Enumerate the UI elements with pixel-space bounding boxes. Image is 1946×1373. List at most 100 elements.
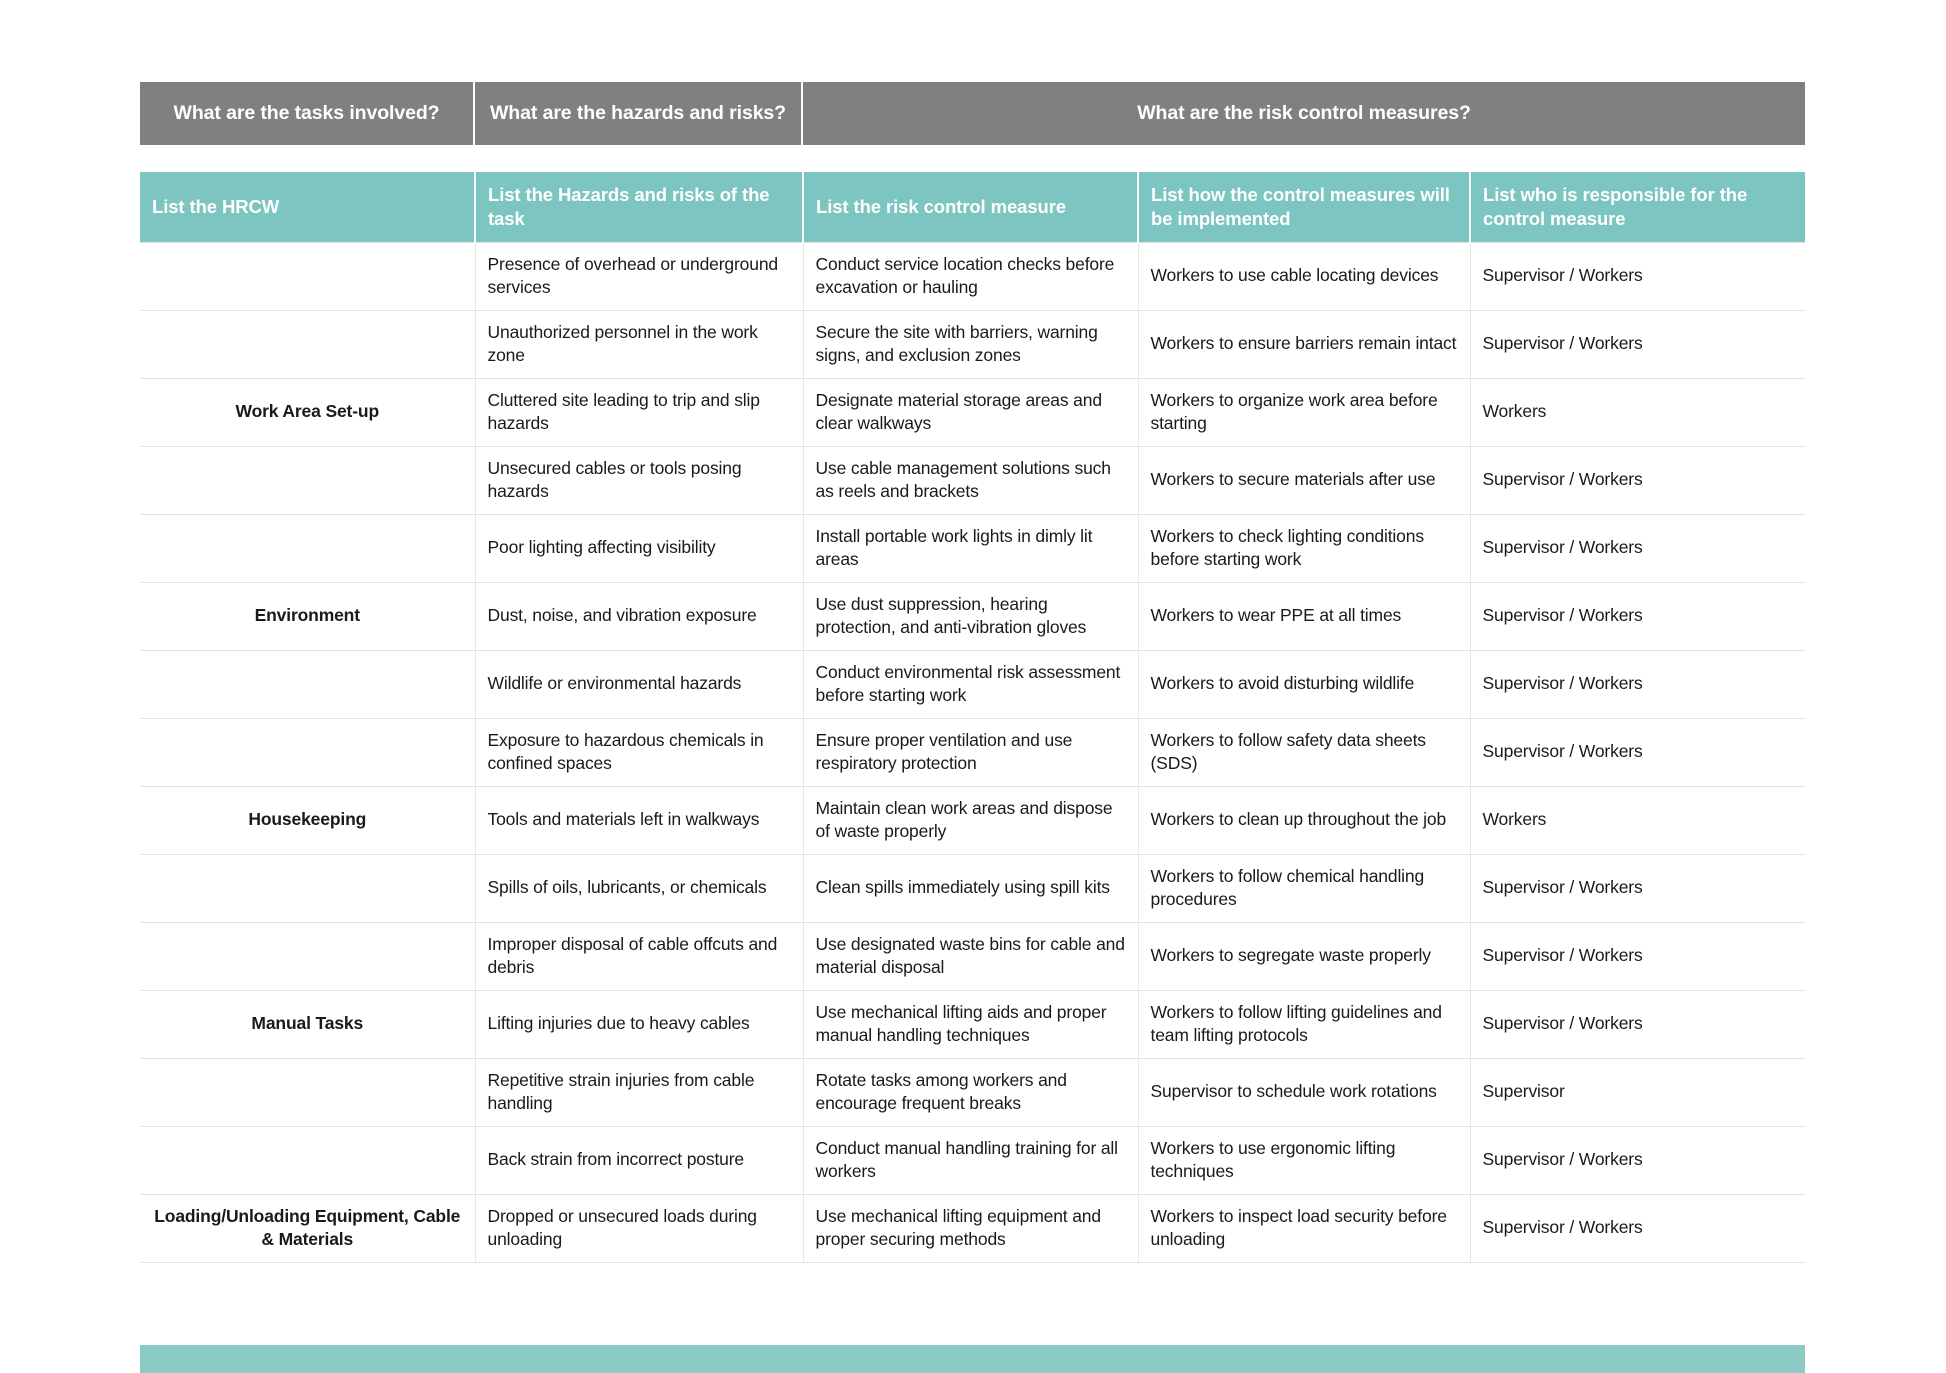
cell-implementation: Workers to segregate waste properly — [1138, 922, 1471, 991]
cell-control-measure: Designate material storage areas and cle… — [803, 378, 1139, 447]
table-header: List the HRCW List the Hazards and risks… — [140, 172, 1805, 242]
cell-hrcw: Environment — [140, 582, 476, 651]
table-row: Unsecured cables or tools posing hazards… — [140, 446, 1805, 515]
table-row: Back strain from incorrect posture Conduc… — [140, 1126, 1805, 1195]
table-row: Manual Tasks Lifting injuries due to heav… — [140, 990, 1805, 1059]
cell-control-measure: Clean spills immediately using spill kit… — [803, 854, 1139, 923]
cell-hazard: Dropped or unsecured loads during unload… — [475, 1194, 804, 1263]
cell-hazard: Dust, noise, and vibration exposure — [475, 582, 804, 651]
cell-hazard: Exposure to hazardous chemicals in confi… — [475, 718, 804, 787]
table-row: Improper disposal of cable offcuts and d… — [140, 922, 1805, 991]
cell-implementation: Workers to organize work area before sta… — [1138, 378, 1471, 447]
table-row: Spills of oils, lubricants, or chemicals… — [140, 854, 1805, 923]
cell-implementation: Workers to inspect load security before … — [1138, 1194, 1471, 1263]
cell-control-measure: Secure the site with barriers, warning s… — [803, 310, 1139, 379]
cell-implementation: Workers to follow lifting guidelines and… — [1138, 990, 1471, 1059]
cell-hrcw — [140, 650, 476, 719]
cell-control-measure: Use cable management solutions such as r… — [803, 446, 1139, 515]
column-header-hazards: List the Hazards and risks of the task — [475, 172, 804, 242]
cell-implementation: Workers to clean up throughout the job — [1138, 786, 1471, 855]
cell-hrcw: Housekeeping — [140, 786, 476, 855]
cell-implementation: Workers to use cable locating devices — [1138, 241, 1471, 311]
cell-hrcw — [140, 854, 476, 923]
cell-hrcw — [140, 446, 476, 515]
cell-responsible: Supervisor / Workers — [1470, 650, 1805, 719]
cell-control-measure: Conduct service location checks before e… — [803, 241, 1139, 311]
cell-control-measure: Conduct manual handling training for all… — [803, 1126, 1139, 1195]
cell-hrcw — [140, 1126, 476, 1195]
table-row: Loading/Unloading Equipment, Cable & Mat… — [140, 1194, 1805, 1263]
table-row: Wildlife or environmental hazards Conduct… — [140, 650, 1805, 719]
cell-implementation: Workers to avoid disturbing wildlife — [1138, 650, 1471, 719]
cell-hazard: Cluttered site leading to trip and slip … — [475, 378, 804, 447]
cell-control-measure: Rotate tasks among workers and encourage… — [803, 1058, 1139, 1127]
cell-responsible: Supervisor / Workers — [1470, 1126, 1805, 1195]
page-root: What are the tasks involved? What are th… — [0, 0, 1946, 1373]
column-header-hrcw: List the HRCW — [140, 172, 476, 242]
cell-implementation: Workers to check lighting conditions bef… — [1138, 514, 1471, 583]
cell-responsible: Supervisor / Workers — [1470, 854, 1805, 923]
cell-hrcw — [140, 514, 476, 583]
cell-hazard: Unsecured cables or tools posing hazards — [475, 446, 804, 515]
cell-hazard: Poor lighting affecting visibility — [475, 514, 804, 583]
cell-responsible: Supervisor / Workers — [1470, 582, 1805, 651]
table-row: Housekeeping Tools and materials left in … — [140, 786, 1805, 855]
column-header-control-measure: List the risk control measure — [803, 172, 1139, 242]
cell-hrcw — [140, 310, 476, 379]
cell-control-measure: Ensure proper ventilation and use respir… — [803, 718, 1139, 787]
table-row: Unauthorized personnel in the work zone S… — [140, 310, 1805, 379]
cell-responsible: Supervisor / Workers — [1470, 446, 1805, 515]
group-header-tasks: What are the tasks involved? — [140, 82, 475, 145]
cell-implementation: Workers to wear PPE at all times — [1138, 582, 1471, 651]
cell-responsible: Workers — [1470, 786, 1805, 855]
cell-responsible: Supervisor — [1470, 1058, 1805, 1127]
bottom-accent-bar — [140, 1345, 1805, 1373]
cell-responsible: Supervisor / Workers — [1470, 718, 1805, 787]
cell-responsible: Supervisor / Workers — [1470, 1194, 1805, 1263]
cell-hazard: Improper disposal of cable offcuts and d… — [475, 922, 804, 991]
cell-hazard: Lifting injuries due to heavy cables — [475, 990, 804, 1059]
cell-hazard: Tools and materials left in walkways — [475, 786, 804, 855]
group-header-controls: What are the risk control measures? — [803, 82, 1805, 145]
cell-implementation: Supervisor to schedule work rotations — [1138, 1058, 1471, 1127]
cell-hazard: Back strain from incorrect posture — [475, 1126, 804, 1195]
cell-control-measure: Conduct environmental risk assessment be… — [803, 650, 1139, 719]
cell-hazard: Presence of overhead or underground serv… — [475, 241, 804, 311]
cell-implementation: Workers to follow chemical handling proc… — [1138, 854, 1471, 923]
column-header-row: List the HRCW List the Hazards and risks… — [140, 172, 1805, 242]
cell-responsible: Supervisor / Workers — [1470, 310, 1805, 379]
cell-hazard: Spills of oils, lubricants, or chemicals — [475, 854, 804, 923]
cell-hrcw — [140, 718, 476, 787]
table-row: Exposure to hazardous chemicals in confi… — [140, 718, 1805, 787]
cell-implementation: Workers to secure materials after use — [1138, 446, 1471, 515]
cell-control-measure: Use dust suppression, hearing protection… — [803, 582, 1139, 651]
cell-implementation: Workers to use ergonomic lifting techniq… — [1138, 1126, 1471, 1195]
risk-assessment-table: List the HRCW List the Hazards and risks… — [140, 172, 1805, 1263]
group-header-row: What are the tasks involved? What are th… — [140, 82, 1805, 145]
cell-control-measure: Use mechanical lifting equipment and pro… — [803, 1194, 1139, 1263]
cell-hrcw: Work Area Set-up — [140, 378, 476, 447]
cell-hazard: Repetitive strain injuries from cable ha… — [475, 1058, 804, 1127]
table-body: Presence of overhead or underground serv… — [140, 241, 1805, 1263]
cell-responsible: Supervisor / Workers — [1470, 990, 1805, 1059]
cell-hrcw — [140, 1058, 476, 1127]
column-header-implementation: List how the control measures will be im… — [1138, 172, 1471, 242]
cell-responsible: Supervisor / Workers — [1470, 241, 1805, 311]
cell-hrcw: Loading/Unloading Equipment, Cable & Mat… — [140, 1194, 476, 1263]
cell-implementation: Workers to ensure barriers remain intact — [1138, 310, 1471, 379]
cell-control-measure: Use designated waste bins for cable and … — [803, 922, 1139, 991]
cell-responsible: Supervisor / Workers — [1470, 514, 1805, 583]
table-row: Poor lighting affecting visibility Instal… — [140, 514, 1805, 583]
cell-control-measure: Use mechanical lifting aids and proper m… — [803, 990, 1139, 1059]
cell-implementation: Workers to follow safety data sheets (SD… — [1138, 718, 1471, 787]
cell-hrcw: Manual Tasks — [140, 990, 476, 1059]
column-header-responsible: List who is responsible for the control … — [1470, 172, 1805, 242]
table-row: Repetitive strain injuries from cable ha… — [140, 1058, 1805, 1127]
cell-responsible: Supervisor / Workers — [1470, 922, 1805, 991]
table-row: Environment Dust, noise, and vibration ex… — [140, 582, 1805, 651]
cell-hrcw — [140, 241, 476, 311]
cell-control-measure: Install portable work lights in dimly li… — [803, 514, 1139, 583]
table-row: Presence of overhead or underground serv… — [140, 241, 1805, 311]
cell-hrcw — [140, 922, 476, 991]
cell-hazard: Unauthorized personnel in the work zone — [475, 310, 804, 379]
